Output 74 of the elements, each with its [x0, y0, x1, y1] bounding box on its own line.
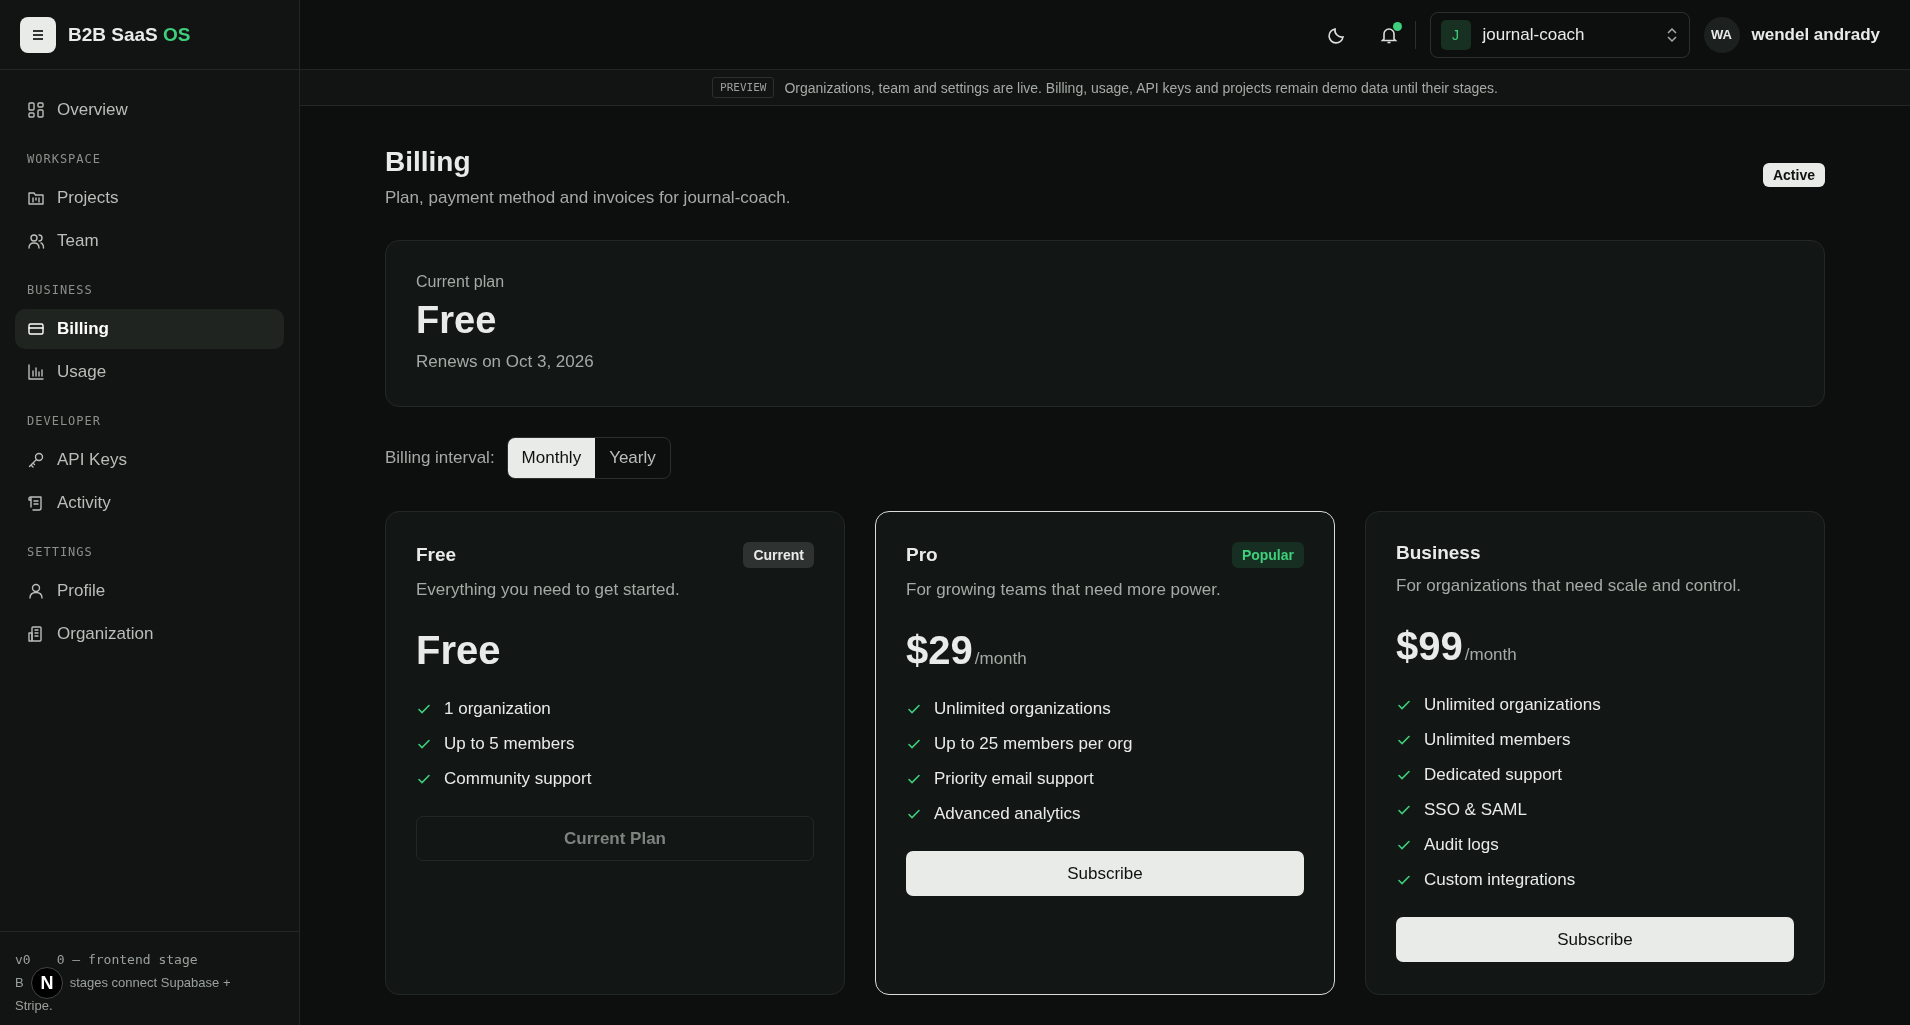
- workspace-switcher[interactable]: J journal-coach: [1429, 11, 1690, 58]
- price-period: /month: [974, 649, 1027, 669]
- card-icon: [27, 320, 45, 338]
- users-icon: [27, 232, 45, 250]
- footer-note: B: [15, 975, 24, 990]
- sidebar-item[interactable]: Usage: [15, 352, 284, 392]
- scroll-icon: [27, 494, 45, 512]
- interval-option[interactable]: Yearly: [595, 438, 670, 478]
- page-subtitle: Plan, payment method and invoices for journal-coach.: [385, 188, 791, 208]
- grid-icon: [27, 101, 45, 119]
- plan-price: $99: [1396, 624, 1463, 669]
- feature-text: Unlimited members: [1424, 729, 1571, 750]
- feature-text: Dedicated support: [1424, 764, 1562, 785]
- price-period: /month: [1464, 645, 1517, 665]
- dev-tools-button[interactable]: N: [31, 967, 63, 999]
- plan-name: Free: [416, 299, 498, 342]
- plan-price: Free: [416, 628, 501, 673]
- plan-name: Business: [1396, 542, 1481, 564]
- plan-tag: Current: [743, 542, 814, 568]
- feature-text: Up to 5 members: [444, 733, 575, 754]
- bar-chart-icon: [27, 363, 45, 381]
- preview-message: Organizations, team and settings are live. Billing, usage, API keys and projects remain demo data until their stages.: [784, 79, 1498, 96]
- folder-icon: [27, 189, 45, 207]
- feature-text: Priority email support: [934, 768, 1094, 789]
- sidebar-item[interactable]: Organization: [15, 614, 284, 654]
- feature-text: Community support: [444, 768, 592, 789]
- plan-description: For organizations that need scale and control.: [1396, 576, 1742, 596]
- bell-icon[interactable]: [1378, 24, 1399, 45]
- sidebar-item[interactable]: Overview: [15, 90, 284, 130]
- section-heading: SETTINGS: [26, 544, 94, 561]
- sidebar-item[interactable]: Profile: [15, 571, 284, 611]
- key-icon: [27, 451, 45, 469]
- feature-text: Advanced analytics: [934, 803, 1081, 824]
- interval-option[interactable]: Monthly: [507, 438, 596, 478]
- sidebar-item[interactable]: Projects: [15, 178, 284, 218]
- feature-text: Audit logs: [1424, 834, 1499, 855]
- plan-description: Everything you need to get started.: [416, 580, 681, 600]
- building-icon: [27, 625, 45, 643]
- sidebar-item[interactable]: Activity: [15, 483, 284, 523]
- feature-text: 1 organization: [444, 698, 551, 719]
- user-avatar[interactable]: WA: [1703, 16, 1740, 53]
- feature-text: SSO & SAML: [1424, 799, 1527, 820]
- menu-icon[interactable]: [20, 16, 56, 53]
- interval-label: Billing interval:: [385, 448, 495, 468]
- sidebar-item[interactable]: Team: [15, 221, 284, 261]
- preview-tag: PREVIEW: [712, 77, 775, 98]
- renewal-date: Renews on Oct 3, 2026: [416, 352, 595, 372]
- app-name: B2B SaaS OS: [68, 23, 191, 46]
- user-name[interactable]: wendel andrady: [1751, 24, 1880, 45]
- sidebar-item[interactable]: API Keys: [15, 440, 284, 480]
- footer-note: Stripe.: [15, 998, 53, 1013]
- feature-text: Custom integrations: [1424, 869, 1576, 890]
- sidebar-item[interactable]: Billing: [15, 309, 284, 349]
- status-tag: Active: [1762, 163, 1825, 187]
- footer-note: stages connect Supabase +: [69, 975, 231, 990]
- version-text: 0 — frontend stage: [56, 952, 198, 967]
- section-heading: BUSINESS: [26, 282, 94, 299]
- feature-text: Unlimited organizations: [934, 698, 1111, 719]
- plan-price: $29: [906, 628, 973, 673]
- plan-name: Pro: [906, 544, 938, 566]
- feature-text: Up to 25 members per org: [934, 733, 1133, 754]
- plan-tag: Popular: [1231, 542, 1304, 568]
- plan-name: Free: [416, 544, 457, 566]
- section-heading: WORKSPACE: [26, 151, 103, 168]
- feature-text: Unlimited organizations: [1424, 694, 1601, 715]
- card-label: Current plan: [416, 273, 506, 291]
- section-heading: DEVELOPER: [26, 413, 103, 430]
- chevron-up-down-icon: [1664, 25, 1679, 44]
- plan-button[interactable]: Subscribe: [1396, 917, 1794, 962]
- version-text: v0: [15, 952, 31, 967]
- plan-button[interactable]: Subscribe: [906, 851, 1304, 896]
- page-title: Billing: [385, 146, 472, 178]
- plan-description: For growing teams that need more power.: [906, 580, 1222, 600]
- user-icon: [27, 582, 45, 600]
